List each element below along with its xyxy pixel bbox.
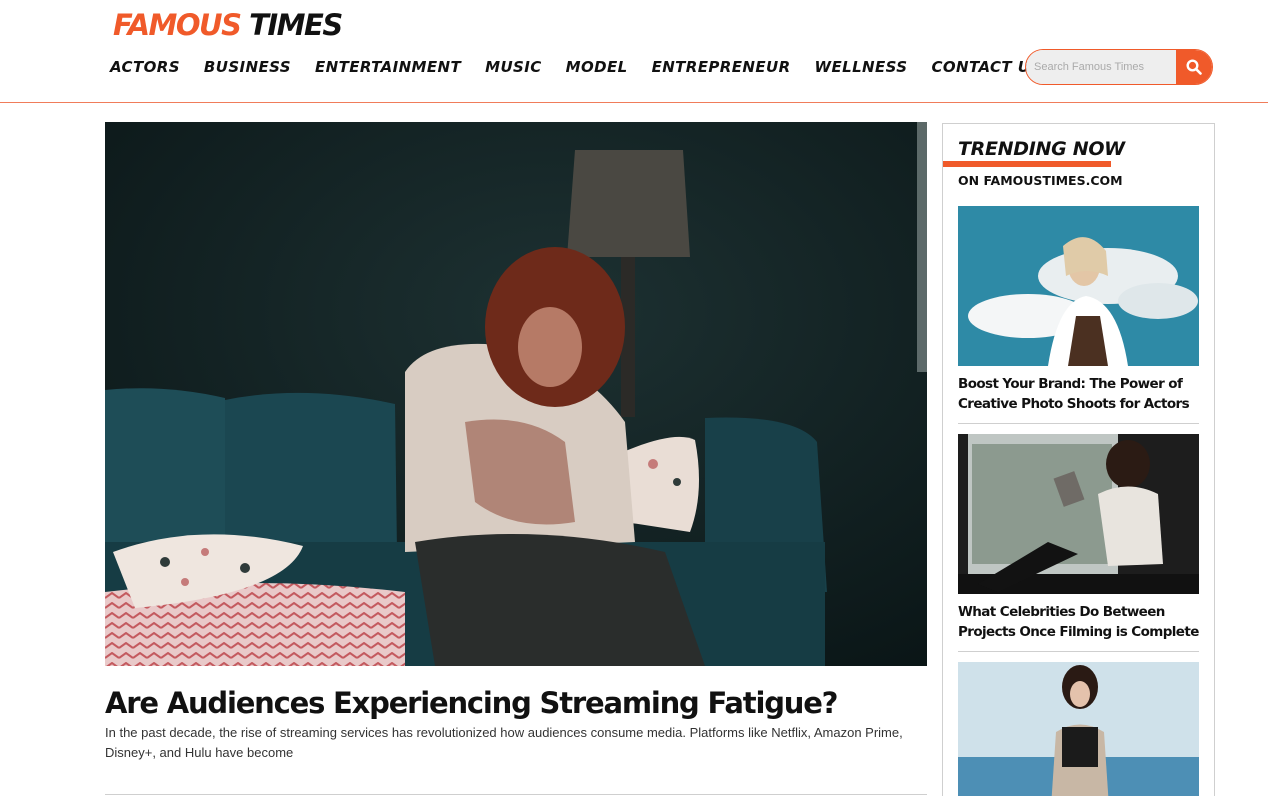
logo-famous: FAMOUS <box>113 8 242 42</box>
article-hero-image[interactable] <box>105 122 927 666</box>
nav-wellness[interactable]: WELLNESS <box>815 56 908 78</box>
nav-music[interactable]: MUSIC <box>485 56 542 78</box>
trending-item-divider <box>958 423 1199 424</box>
search-input[interactable] <box>1026 50 1176 84</box>
main-nav: ACTORS BUSINESS ENTERTAINMENT MUSIC MODE… <box>110 56 1065 78</box>
nav-entertainment[interactable]: ENTERTAINMENT <box>315 56 461 78</box>
search-button[interactable] <box>1176 50 1212 84</box>
trending-item-title[interactable]: What Celebrities Do Between Projects Onc… <box>958 603 1199 642</box>
nav-actors[interactable]: ACTORS <box>110 56 180 78</box>
search-icon <box>1186 59 1202 75</box>
logo-times: TIMES <box>249 8 343 42</box>
article-headline[interactable]: Are Audiences Experiencing Streaming Fat… <box>105 684 927 722</box>
site-header: FAMOUS TIMES ACTORS BUSINESS ENTERTAINME… <box>0 0 1268 103</box>
trending-sidebar: TRENDING NOW ON FAMOUSTIMES.COM Boost Yo… <box>942 123 1215 796</box>
nav-model[interactable]: MODEL <box>566 56 628 78</box>
trending-item-image[interactable] <box>958 434 1199 594</box>
trending-item[interactable]: Boost Your Brand: The Power of Creative … <box>958 206 1199 424</box>
search-box <box>1025 49 1213 85</box>
trending-item-divider <box>958 651 1199 652</box>
trending-subtitle: ON FAMOUSTIMES.COM <box>958 173 1123 188</box>
nav-entrepreneur[interactable]: ENTREPRENEUR <box>652 56 791 78</box>
trending-item[interactable]: What Celebrities Do Between Projects Onc… <box>958 434 1199 652</box>
article-divider <box>105 794 927 795</box>
hero-photo <box>105 122 927 666</box>
trending-item-image[interactable] <box>958 662 1199 796</box>
trending-item[interactable] <box>958 662 1199 796</box>
nav-business[interactable]: BUSINESS <box>204 56 291 78</box>
trending-item-title[interactable]: Boost Your Brand: The Power of Creative … <box>958 375 1199 414</box>
trending-underline <box>943 161 1111 167</box>
trending-item-image[interactable] <box>958 206 1199 366</box>
article-excerpt: In the past decade, the rise of streamin… <box>105 725 903 760</box>
trending-title: TRENDING NOW <box>958 138 1125 160</box>
site-logo[interactable]: FAMOUS TIMES <box>113 6 343 44</box>
